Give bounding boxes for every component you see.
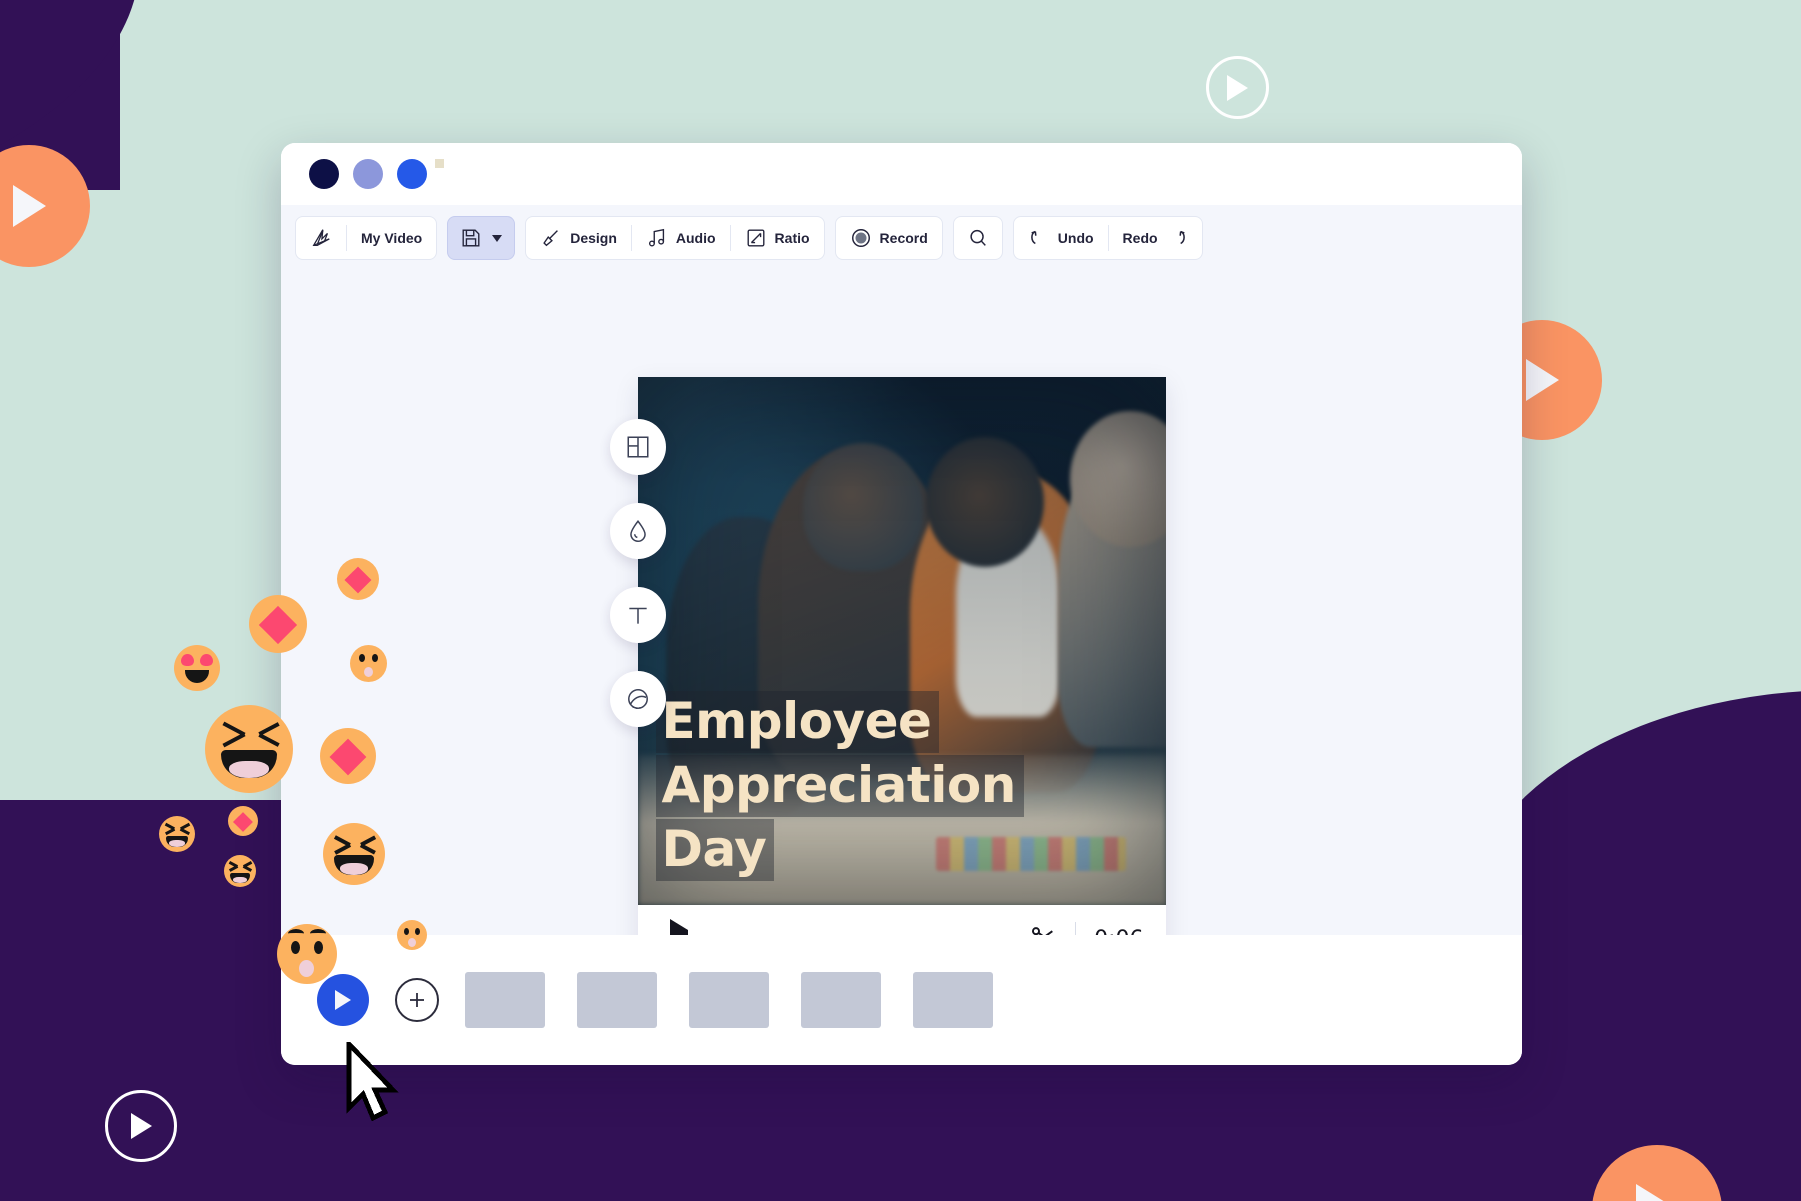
feather-fan-icon — [312, 229, 330, 246]
project-name-label: My Video — [361, 230, 423, 246]
save-button[interactable] — [447, 216, 516, 260]
paintbrush-icon — [543, 230, 559, 247]
headline-line-1: Employee — [655, 691, 940, 753]
text-tool[interactable] — [609, 587, 666, 643]
text-t-icon — [628, 607, 647, 624]
music-note-icon — [648, 228, 664, 247]
redo-arrow-icon — [1178, 230, 1185, 245]
audio-label: Audio — [675, 230, 716, 246]
timeline-clip[interactable] — [689, 972, 769, 1028]
search-group — [952, 216, 1003, 260]
headline-line-2: Appreciation — [655, 755, 1024, 817]
video-canvas[interactable]: Employee Appreciation Day — [637, 377, 1166, 905]
sticker-tool[interactable] — [609, 671, 666, 727]
window-dot-periwinkle[interactable] — [353, 159, 383, 189]
timeline-clip[interactable] — [465, 972, 545, 1028]
play-badge-top-outline — [1206, 56, 1269, 119]
ratio-button[interactable]: Ratio — [731, 216, 824, 260]
play-triangle-icon — [1525, 359, 1559, 401]
add-clip-button[interactable] — [395, 978, 439, 1022]
mouse-pointer-cursor — [345, 1038, 407, 1133]
redo-button[interactable]: Redo — [1109, 216, 1202, 260]
play-badge-bottom-left-outline — [105, 1090, 177, 1162]
timeline-clip[interactable] — [801, 972, 881, 1028]
water-droplet-icon — [629, 520, 646, 542]
editor-stage: Employee Appreciation Day 0: — [281, 271, 1522, 973]
play-triangle-icon — [335, 990, 351, 1010]
record-circle-icon — [851, 229, 870, 247]
canvas-tool-rail — [609, 419, 666, 727]
magnifier-icon — [970, 229, 986, 246]
window-dot-cream — [435, 159, 444, 168]
undo-button[interactable]: Undo — [1014, 216, 1108, 260]
headline-line-3: Day — [655, 819, 775, 881]
design-label: Design — [570, 230, 617, 246]
cursor-arrow-icon — [346, 1038, 399, 1122]
video-preview-card: Employee Appreciation Day 0: — [609, 377, 1166, 973]
record-label: Record — [879, 230, 928, 246]
app-window: My Video Design Audio Ratio Record Undo … — [281, 143, 1522, 1065]
chevron-down-icon[interactable] — [492, 234, 503, 242]
design-button[interactable]: Design — [526, 216, 631, 260]
filter-tool[interactable] — [609, 503, 666, 559]
plus-circle-icon — [410, 993, 424, 1007]
record-group: Record — [834, 216, 943, 260]
redo-label: Redo — [1122, 230, 1158, 246]
undo-arrow-icon — [1030, 230, 1037, 245]
project-group: My Video — [295, 216, 438, 260]
record-button[interactable]: Record — [836, 216, 942, 260]
app-logo[interactable] — [296, 216, 346, 260]
timeline-clip[interactable] — [913, 972, 993, 1028]
video-headline-overlay[interactable]: Employee Appreciation Day — [655, 691, 1148, 883]
play-triangle-icon — [1227, 74, 1248, 101]
window-dot-navy[interactable] — [309, 159, 339, 189]
timeline-bar — [281, 935, 1522, 1065]
window-titlebar — [281, 143, 1522, 205]
editor-toolbar: My Video Design Audio Ratio Record Undo … — [281, 205, 1522, 271]
project-name-field[interactable]: My Video — [347, 216, 436, 260]
timeline-clips — [465, 972, 993, 1028]
play-triangle-icon — [12, 185, 46, 227]
audio-button[interactable]: Audio — [632, 216, 730, 260]
edit-tools-group: Design Audio Ratio — [525, 216, 825, 260]
layout-tool[interactable] — [609, 419, 666, 475]
timeline-play-button[interactable] — [317, 974, 369, 1026]
sticker-swoosh-icon — [627, 689, 648, 709]
undo-label: Undo — [1057, 230, 1094, 246]
floppy-disk-icon — [462, 229, 480, 247]
play-triangle-icon — [1636, 1184, 1678, 1201]
crop-frame-icon — [747, 229, 765, 247]
ratio-label: Ratio — [774, 230, 810, 246]
timeline-clip[interactable] — [577, 972, 657, 1028]
play-triangle-icon — [130, 1113, 152, 1139]
search-button[interactable] — [954, 216, 1002, 260]
history-group: Undo Redo — [1012, 216, 1203, 260]
window-dot-blue[interactable] — [397, 159, 427, 189]
layout-grid-icon — [626, 436, 649, 458]
